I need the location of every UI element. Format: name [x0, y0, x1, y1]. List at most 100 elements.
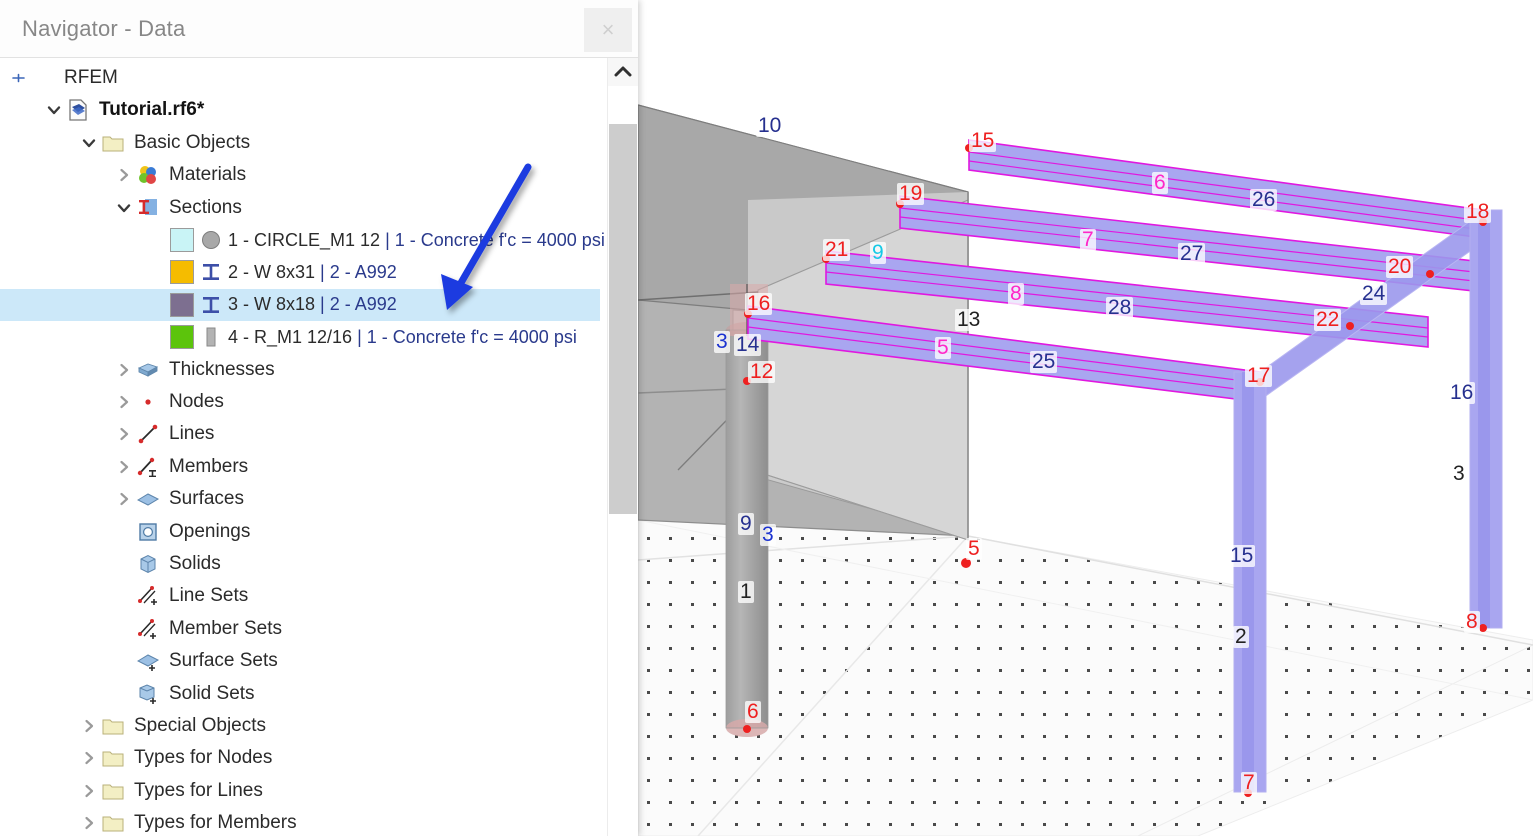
member-sets-icon — [135, 613, 161, 645]
member-icon — [135, 451, 161, 483]
expander-right-icon[interactable] — [113, 451, 135, 483]
tree-item-line-sets[interactable]: Line Sets — [113, 580, 638, 612]
model-label-line-3: 3 — [714, 331, 730, 353]
expander-plus-icon[interactable] — [8, 62, 30, 94]
node-point-icon — [135, 386, 161, 418]
expander-down-icon[interactable] — [43, 94, 65, 126]
section-color-swatch — [170, 228, 194, 252]
close-icon[interactable]: × — [584, 8, 632, 52]
tree-item-types-for-nodes[interactable]: Types for Nodes — [78, 742, 638, 774]
tree-item-materials[interactable]: Materials — [113, 159, 638, 191]
scrollbar-track[interactable] — [608, 86, 638, 836]
model-label-member-6: 6 — [1152, 172, 1168, 194]
tree-item-basic-objects[interactable]: Basic Objects — [78, 127, 638, 159]
expander-none-icon — [148, 224, 170, 256]
tree-item-label: Types for Lines — [134, 780, 263, 802]
scroll-up-icon[interactable] — [608, 58, 638, 86]
section-label: 4 - R_M1 12/16 | 1 - Concrete f'c = 4000… — [228, 327, 577, 348]
model-label-member-7: 7 — [1080, 229, 1096, 251]
section-color-swatch — [170, 260, 194, 284]
expander-right-icon[interactable] — [78, 775, 100, 807]
expander-none-icon — [113, 516, 135, 548]
model-label-node-15: 15 — [969, 130, 996, 152]
tree-item-members[interactable]: Members — [113, 451, 638, 483]
rfem-document-icon — [65, 94, 91, 126]
section-color-swatch — [170, 325, 194, 349]
section-item-1[interactable]: 1 - CIRCLE_M1 12 | 1 - Concrete f'c = 40… — [148, 224, 638, 256]
tree-item-lines[interactable]: Lines — [113, 418, 638, 450]
expander-right-icon[interactable] — [113, 159, 135, 191]
expander-right-icon[interactable] — [113, 483, 135, 515]
tree-item-label: Member Sets — [169, 618, 282, 640]
expander-right-icon[interactable] — [78, 742, 100, 774]
scrollbar-thumb[interactable] — [609, 124, 637, 514]
section-item-3[interactable]: 3 - W 8x18 | 2 - A992 — [0, 289, 600, 321]
section-material-label: 2 - A992 — [330, 294, 397, 314]
tree-item-label: Line Sets — [169, 585, 248, 607]
expander-right-icon[interactable] — [78, 710, 100, 742]
expander-right-icon[interactable] — [113, 418, 135, 450]
expander-right-icon[interactable] — [113, 354, 135, 386]
folder-icon — [100, 710, 126, 742]
section-item-4[interactable]: 4 - R_M1 12/16 | 1 - Concrete f'c = 4000… — [148, 321, 638, 353]
model-label-dark-2: 2 — [1233, 626, 1249, 648]
rfem-3d-model-view[interactable]: 1015192191631412135258287276261820242217… — [638, 0, 1533, 836]
tree-item-solids[interactable]: Solids — [113, 548, 638, 580]
model-label-node-12: 12 — [748, 361, 775, 383]
tree-item-label: Materials — [169, 164, 246, 186]
model-label-surface-24: 24 — [1360, 283, 1387, 305]
folder-icon — [100, 742, 126, 774]
tree-item-types-for-lines[interactable]: Types for Lines — [78, 775, 638, 807]
model-label-surface-15: 15 — [1228, 545, 1255, 567]
section-label: 2 - W 8x31 | 2 - A992 — [228, 262, 397, 283]
surface-icon — [135, 483, 161, 515]
expander-none-icon — [148, 256, 170, 288]
expander-down-icon[interactable] — [78, 127, 100, 159]
model-label-surface-25: 25 — [1030, 351, 1057, 373]
tree-item-tutorial-rf6[interactable]: Tutorial.rf6* — [43, 94, 638, 126]
tree-item-member-sets[interactable]: Member Sets — [113, 613, 638, 645]
tree-item-surface-sets[interactable]: Surface Sets — [113, 645, 638, 677]
tree-item-label: Openings — [169, 521, 250, 543]
tree-item-sections[interactable]: Sections — [113, 192, 638, 224]
tree-item-label: Solid Sets — [169, 683, 255, 705]
navigator-panel: Navigator - Data × RFEM Tutorial.rf6*Basi… — [0, 0, 638, 836]
model-label-node-6: 6 — [745, 701, 761, 723]
tree-item-types-for-members[interactable]: Types for Members — [78, 807, 638, 836]
expander-none-icon — [148, 289, 170, 321]
tree-item-surfaces[interactable]: Surfaces — [113, 483, 638, 515]
thickness-icon — [135, 354, 161, 386]
model-label-surface-14: 14 — [734, 334, 761, 356]
line-icon — [135, 418, 161, 450]
model-label-surface-9: 9 — [738, 513, 754, 535]
tree-item-thicknesses[interactable]: Thicknesses — [113, 354, 638, 386]
vertical-scrollbar[interactable] — [607, 58, 638, 836]
sections-icon — [135, 192, 161, 224]
model-label-node-19: 19 — [897, 183, 924, 205]
expander-right-icon[interactable] — [78, 807, 100, 836]
tree-item-nodes[interactable]: Nodes — [113, 386, 638, 418]
tree-item-special-objects[interactable]: Special Objects — [78, 710, 638, 742]
opening-icon — [135, 516, 161, 548]
tree-item-solid-sets[interactable]: Solid Sets — [113, 678, 638, 710]
section-shape-icon — [200, 224, 222, 256]
tree-item-openings[interactable]: Openings — [113, 516, 638, 548]
model-label-node-20: 20 — [1386, 256, 1413, 278]
expander-down-icon[interactable] — [113, 192, 135, 224]
section-color-swatch — [170, 293, 194, 317]
section-label: 3 - W 8x18 | 2 - A992 — [228, 294, 397, 315]
expander-right-icon[interactable] — [113, 386, 135, 418]
model-label-member-8: 8 — [1008, 283, 1024, 305]
tree-item-label: Lines — [169, 423, 214, 445]
solid-sets-icon — [135, 678, 161, 710]
tree-item-label: RFEM — [64, 67, 118, 89]
navigator-titlebar: Navigator - Data × — [0, 0, 638, 58]
model-label-dark-3: 3 — [1451, 463, 1467, 485]
tree-item-rfem[interactable]: RFEM — [8, 62, 608, 94]
tree-item-label: Special Objects — [134, 715, 266, 737]
plus-expander-icon — [30, 62, 56, 94]
tree-item-label: Surface Sets — [169, 650, 278, 672]
model-label-surface-28: 28 — [1106, 297, 1133, 319]
section-item-2[interactable]: 2 - W 8x31 | 2 - A992 — [148, 256, 638, 288]
tree-item-label: Surfaces — [169, 488, 244, 510]
